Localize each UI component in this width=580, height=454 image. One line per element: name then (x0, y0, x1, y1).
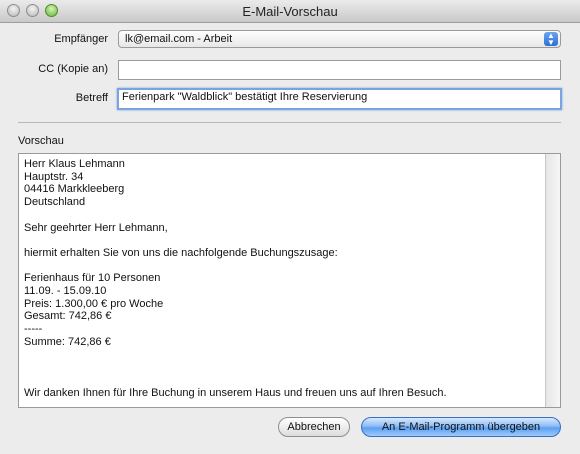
cancel-button[interactable]: Abbrechen (278, 417, 350, 437)
preview-line (24, 361, 538, 374)
preview-line: hiermit erhalten Sie von uns die nachfol… (24, 246, 338, 259)
preview-line: Ferienhaus für 10 Personen (24, 272, 161, 285)
preview-line: Deutschland (24, 196, 86, 209)
preview-line (24, 260, 538, 273)
preview-line: Hauptstr. 34 (24, 170, 84, 183)
preview-line (24, 349, 538, 362)
cc-label: CC (Kopie an) (38, 63, 108, 75)
submit-to-mail-button[interactable]: An E-Mail-Programm übergeben (361, 417, 561, 437)
subject-label: Betreff (75, 92, 108, 104)
preview-line: Gesamt: 742,86 € (24, 310, 112, 323)
email-preview-window: E-Mail-Vorschau Empfänger lk@email.com -… (0, 0, 580, 454)
preview-label: Vorschau (18, 135, 64, 147)
preview-line: Herr Klaus Lehmann (24, 158, 125, 170)
preview-line: Wir danken Ihnen für Ihre Buchung in uns… (24, 386, 447, 399)
separator (18, 122, 561, 123)
title-bar: E-Mail-Vorschau (0, 0, 580, 23)
preview-line (24, 374, 538, 387)
preview-line: 04416 Markkleeberg (24, 183, 125, 196)
dropdown-arrows-icon: ▲ ▼ (544, 32, 558, 47)
preview-line: Preis: 1.300,00 € pro Woche (24, 297, 164, 310)
preview-line: 11.09. - 15.09.10 (24, 284, 107, 297)
preview-line: Sehr geehrter Herr Lehmann, (24, 221, 168, 234)
preview-text-area[interactable]: Herr Klaus Lehmann Hauptstr. 34 04416 Mark… (18, 153, 561, 408)
recipient-select[interactable]: lk@email.com - Arbeit ▲ ▼ (118, 30, 561, 48)
vertical-scrollbar[interactable] (545, 154, 560, 407)
subject-field[interactable]: Ferienpark "Waldblick" bestätigt Ihre Re… (117, 88, 562, 110)
preview-body: Herr Klaus Lehmann Hauptstr. 34 04416 Mark… (24, 158, 538, 399)
preview-line: ----- (24, 323, 43, 336)
preview-line (24, 234, 538, 247)
preview-line (24, 209, 538, 222)
cc-field[interactable] (118, 60, 561, 80)
recipient-label: Empfänger (54, 33, 108, 45)
window-title: E-Mail-Vorschau (242, 4, 338, 19)
preview-line: Summe: 742,86 € (24, 335, 111, 348)
recipient-value: lk@email.com - Arbeit (125, 33, 233, 45)
